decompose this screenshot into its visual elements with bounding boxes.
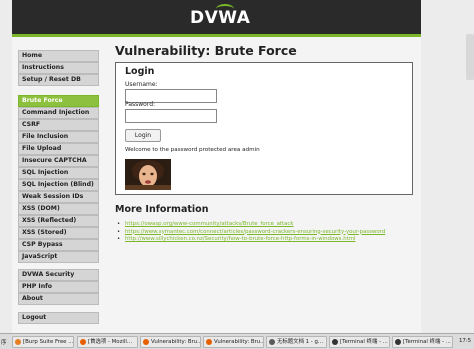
terminal-icon: [395, 339, 401, 345]
taskbar-task-label: [Burp Suite Free ...: [23, 339, 74, 345]
taskbar-task[interactable]: [首选项 - Mozill...: [77, 336, 138, 348]
sidebar-item-setup-reset-db[interactable]: Setup / Reset DB: [18, 74, 99, 86]
taskbar-task[interactable]: 无标题文档 1 - g...: [266, 336, 327, 348]
taskbar-task-label: [Terminal 终端 - ...: [340, 339, 388, 345]
more-information-heading: More Information: [115, 204, 209, 215]
taskbar-task[interactable]: Vulnerability: Bru...: [140, 336, 201, 348]
login-button[interactable]: Login: [125, 129, 161, 142]
more-info-link[interactable]: • https://owasp.org/www-community/attacks…: [117, 221, 294, 227]
sidebar-item-php-info[interactable]: PHP Info: [18, 281, 99, 293]
taskbar-task[interactable]: Vulnerability: Bru...: [203, 336, 264, 348]
desktop-left-edge: [0, 0, 12, 333]
password-label: Password:: [125, 101, 156, 108]
more-info-link-text[interactable]: https://owasp.org/www-community/attacks/…: [125, 221, 294, 227]
admin-avatar: [125, 159, 171, 190]
sidebar-item-csrf[interactable]: CSRF: [18, 119, 99, 131]
taskbar-menu-text[interactable]: 序: [1, 338, 6, 346]
bullet-icon: •: [117, 221, 121, 227]
terminal-icon: [332, 339, 338, 345]
bullet-icon: •: [117, 228, 121, 235]
sidebar-item-file-inclusion[interactable]: File Inclusion: [18, 131, 99, 143]
desktop-side-widget[interactable]: [466, 34, 474, 80]
document-icon: [269, 339, 275, 345]
sidebar-item-sql-injection[interactable]: SQL Injection: [18, 167, 99, 179]
logo-swoosh-icon: [216, 4, 234, 14]
page-title: Vulnerability: Brute Force: [115, 43, 297, 58]
more-info-link-text[interactable]: http://www.sillychicken.co.nz/Security/h…: [125, 236, 355, 242]
sidebar-item-logout[interactable]: Logout: [18, 312, 99, 324]
firefox-icon: [80, 339, 86, 345]
bullet-icon: •: [117, 236, 121, 242]
sidebar-item-javascript[interactable]: JavaScript: [18, 251, 99, 263]
username-label: Username:: [125, 81, 158, 88]
more-info-link-text[interactable]: https://www.symantec.com/connect/article…: [125, 229, 385, 235]
sidebar-item-xss-stored[interactable]: XSS (Stored): [18, 227, 99, 239]
sidebar-item-brute-force[interactable]: Brute Force: [18, 95, 99, 107]
more-info-link[interactable]: • https://www.symantec.com/connect/articl…: [117, 229, 385, 235]
welcome-message: Welcome to the password protected area a…: [125, 147, 260, 153]
sidebar-item-sql-injection-blind[interactable]: SQL Injection (Blind): [18, 179, 99, 191]
sidebar-item-file-upload[interactable]: File Upload: [18, 143, 99, 155]
sidebar-item-insecure-captcha[interactable]: Insecure CAPTCHA: [18, 155, 99, 167]
sidebar-item-dvwa-security[interactable]: DVWA Security: [18, 269, 99, 281]
taskbar-task-label: Vulnerability: Bru...: [151, 339, 201, 345]
taskbar-task[interactable]: [Terminal 终端 - ...: [392, 336, 453, 348]
content-area: Home Instructions Setup / Reset DB Brute Fo…: [12, 37, 421, 333]
taskbar-task-label: Vulnerability: Bru...: [214, 339, 264, 345]
taskbar-task[interactable]: [Terminal 终端 - ...: [329, 336, 390, 348]
taskbar-clock: 17:5: [459, 338, 472, 344]
taskbar-task-label: [首选项 - Mozill...: [88, 339, 133, 345]
sidebar-item-xss-reflected[interactable]: XSS (Reflected): [18, 215, 99, 227]
sidebar-item-csp-bypass[interactable]: CSP Bypass: [18, 239, 99, 251]
sidebar-item-about[interactable]: About: [18, 293, 99, 305]
sidebar-item-xss-dom[interactable]: XSS (DOM): [18, 203, 99, 215]
sidebar-item-instructions[interactable]: Instructions: [18, 62, 99, 74]
firefox-icon: [206, 339, 212, 345]
taskbar-task-label: 无标题文档 1 - g...: [277, 339, 324, 345]
taskbar-task[interactable]: [Burp Suite Free ...: [12, 336, 74, 348]
sidebar-item-weak-session-ids[interactable]: Weak Session IDs: [18, 191, 99, 203]
admin-photo-icon: [125, 159, 171, 190]
dvwa-page: DVWA Home Instructions Setup / Reset DB Bru…: [12, 0, 421, 333]
sidebar-item-home[interactable]: Home: [18, 50, 99, 62]
password-input[interactable]: [125, 109, 217, 123]
more-info-link[interactable]: • http://www.sillychicken.co.nz/Security/…: [117, 236, 355, 242]
dvwa-logo: DVWA: [190, 4, 250, 28]
sidebar-item-command-injection[interactable]: Command Injection: [18, 107, 99, 119]
taskbar: 序 [Burp Suite Free ... [首选项 - Mozill... Vu…: [0, 333, 474, 349]
page-header: DVWA: [12, 0, 421, 34]
login-panel: Login Username: Password: Login Welcome …: [115, 62, 413, 195]
firefox-icon: [143, 339, 149, 345]
taskbar-task-label: [Terminal 终端 - ...: [403, 339, 451, 345]
burp-icon: [15, 339, 21, 345]
login-heading: Login: [125, 66, 155, 77]
